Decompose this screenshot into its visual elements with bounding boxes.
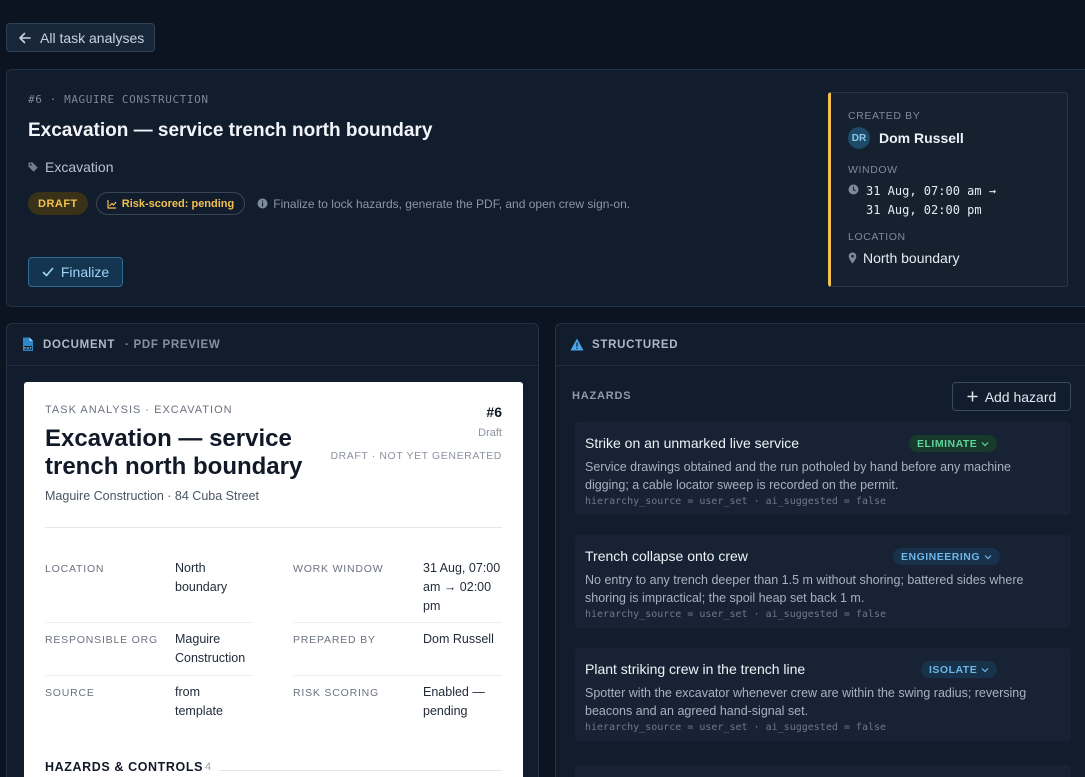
creator-name: Dom Russell	[879, 130, 964, 146]
window-value-row: 31 Aug, 07:00 am → 31 Aug, 02:00 pm	[848, 182, 1016, 220]
hazard-card[interactable]: Trench collapse onto crew ENGINEERING No…	[575, 535, 1071, 628]
window-label: WINDOW	[848, 164, 898, 176]
control-hierarchy-value: ELIMINATE	[917, 437, 978, 450]
paper-eyebrow: TASK ANALYSIS · EXCAVATION	[45, 404, 233, 416]
structured-panel-header: STRUCTURED	[570, 337, 678, 352]
field-label: RESPONSIBLE ORG	[45, 634, 158, 646]
field-label: LOCATION	[45, 563, 105, 575]
hazards-count: 4	[205, 761, 212, 773]
paper-generation-status: DRAFT · NOT YET GENERATED	[330, 450, 502, 462]
page-title: Excavation — service trench north bounda…	[28, 120, 433, 141]
paper-subtitle: Maguire Construction · 84 Cuba Street	[45, 489, 259, 503]
add-hazard-button[interactable]: Add hazard	[952, 382, 1071, 411]
add-hazard-label: Add hazard	[984, 388, 1057, 405]
control-hierarchy-dropdown[interactable]: ENGINEERING	[893, 548, 1001, 565]
chevron-down-icon	[981, 441, 989, 446]
hazard-description: Spotter with the excavator whenever crew…	[585, 686, 1027, 718]
paper-status: Draft	[478, 427, 502, 439]
field-divider	[293, 622, 502, 623]
creator: DR Dom Russell	[848, 127, 964, 149]
field-label: PREPARED BY	[293, 634, 376, 646]
location-row: North boundary	[848, 250, 960, 266]
document-panel-subtitle: · PDF PREVIEW	[125, 338, 221, 351]
pdf-preview-page: TASK ANALYSIS · EXCAVATION Excavation — …	[24, 382, 523, 777]
structured-panel-title: STRUCTURED	[592, 338, 679, 351]
field-divider	[45, 675, 253, 676]
trend-chart-icon	[107, 199, 117, 209]
pdf-file-icon: PDF	[23, 337, 33, 351]
hazard-description: No entry to any trench deeper than 1.5 m…	[585, 573, 1024, 605]
hazard-title: Strike on an unmarked live service	[585, 435, 799, 451]
hazard-title: Trench collapse onto crew	[585, 548, 748, 564]
hazard-meta: hierarchy_source = user_set · ai_suggest…	[585, 609, 887, 620]
section-rule	[219, 770, 502, 771]
task-eyebrow: #6 · MAGUIRE CONSTRUCTION	[28, 93, 209, 106]
panel-divider	[556, 365, 1085, 366]
avatar: DR	[848, 127, 870, 149]
chevron-down-icon	[981, 667, 989, 672]
task-header-card: #6 · MAGUIRE CONSTRUCTION Excavation — s…	[6, 69, 1085, 307]
clock-icon	[848, 184, 859, 195]
plus-icon	[967, 391, 978, 402]
hazards-controls-heading: HAZARDS & CONTROLS	[45, 760, 204, 774]
svg-text:PDF: PDF	[24, 346, 33, 350]
finalize-button[interactable]: Finalize	[28, 257, 123, 287]
control-hierarchy-value: ISOLATE	[929, 663, 978, 676]
panel-divider	[7, 365, 538, 366]
check-icon	[42, 267, 54, 277]
field-divider	[45, 622, 253, 623]
task-tag: Excavation	[28, 159, 113, 175]
finalize-hint: Finalize to lock hazards, generate the P…	[257, 197, 630, 211]
map-pin-icon	[848, 252, 857, 264]
finalize-label: Finalize	[60, 264, 110, 280]
chevron-down-icon	[984, 554, 992, 559]
control-hierarchy-value: ENGINEERING	[901, 550, 981, 563]
field-label: SOURCE	[45, 687, 95, 699]
paper-number: #6	[486, 404, 502, 420]
status-badge: DRAFT	[28, 192, 88, 215]
field-label: WORK WINDOW	[293, 563, 384, 575]
paper-divider	[45, 527, 502, 528]
location-label: LOCATION	[848, 231, 906, 243]
field-label: RISK SCORING	[293, 687, 380, 699]
tag-icon	[28, 162, 38, 172]
document-panel-header: PDF DOCUMENT · PDF PREVIEW	[21, 337, 220, 352]
control-hierarchy-dropdown[interactable]: ISOLATE	[921, 661, 998, 678]
document-panel: PDF DOCUMENT · PDF PREVIEW TASK ANALYSIS…	[6, 323, 539, 777]
hazard-description: Service drawings obtained and the run po…	[585, 460, 1011, 492]
hazard-title: Plant striking crew in the trench line	[585, 661, 806, 677]
back-label: All task analyses	[40, 29, 145, 46]
created-by-label: CREATED BY	[848, 110, 921, 122]
field-value: from template	[175, 685, 223, 718]
hazard-meta: hierarchy_source = user_set · ai_suggest…	[585, 496, 887, 507]
hazard-card[interactable]	[575, 765, 1071, 777]
structured-panel: STRUCTURED HAZARDS Add hazard Strike on …	[555, 323, 1085, 777]
hazards-label: HAZARDS	[572, 390, 632, 402]
info-icon	[257, 198, 268, 209]
finalize-hint-text: Finalize to lock hazards, generate the P…	[273, 196, 631, 211]
hazard-card[interactable]: Plant striking crew in the trench line I…	[575, 648, 1071, 741]
field-value: Enabled — pending	[423, 685, 485, 718]
location-value: North boundary	[863, 250, 960, 266]
field-value: North boundary	[175, 561, 228, 594]
field-value: 31 Aug, 07:00 am → 02:00 pm	[423, 561, 501, 613]
risk-badge: Risk-scored: pending	[95, 192, 246, 215]
field-divider	[293, 675, 502, 676]
field-value: Maguire Construction	[175, 632, 246, 665]
hazard-meta: hierarchy_source = user_set · ai_suggest…	[585, 722, 887, 733]
document-panel-title: DOCUMENT	[43, 338, 116, 351]
warning-triangle-icon	[570, 338, 584, 351]
back-to-task-analyses-button[interactable]: All task analyses	[6, 23, 155, 52]
arrow-left-icon	[19, 32, 31, 43]
risk-badge-label: Risk-scored: pending	[121, 197, 235, 210]
field-value: Dom Russell	[423, 632, 494, 646]
paper-title: Excavation — service trench north bounda…	[45, 425, 303, 480]
hazard-card[interactable]: Strike on an unmarked live service ELIMI…	[575, 422, 1071, 515]
tag-label: Excavation	[45, 159, 114, 175]
status-badges: DRAFT Risk-scored: pending Finalize to l…	[28, 192, 630, 215]
task-meta-panel: CREATED BY DR Dom Russell WINDOW 31 Aug,…	[828, 92, 1068, 287]
control-hierarchy-dropdown[interactable]: ELIMINATE	[909, 435, 998, 452]
window-value: 31 Aug, 07:00 am → 31 Aug, 02:00 pm	[866, 184, 997, 217]
